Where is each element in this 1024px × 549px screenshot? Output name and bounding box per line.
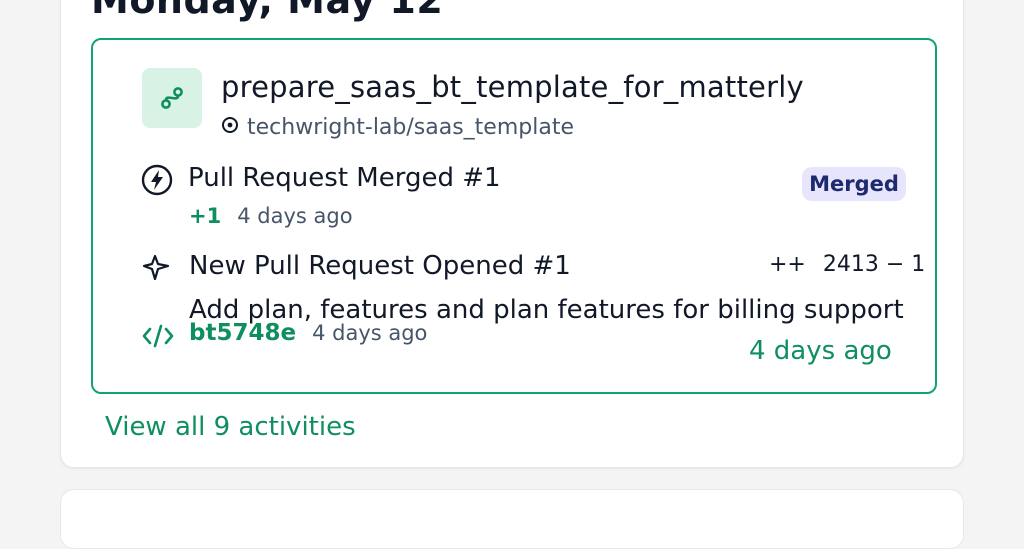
branch-title[interactable]: prepare_saas_bt_template_for_matterly	[221, 70, 804, 104]
sparkle-icon	[141, 252, 173, 284]
activity-card: Monday, May 12 prepare_saas_bt_template_…	[60, 0, 964, 468]
diff-numbers: 2413 − 1	[822, 252, 926, 277]
activity-group[interactable]: prepare_saas_bt_template_for_matterly te…	[91, 38, 937, 394]
commit-time: 4 days ago	[312, 321, 428, 345]
merged-title[interactable]: Pull Request Merged #1	[188, 163, 501, 193]
merged-meta: +1 4 days ago	[189, 204, 353, 228]
day-heading: Monday, May 12	[91, 0, 444, 22]
repo-name: techwright-lab/saas_template	[247, 115, 574, 140]
diff-stat: ++ 2413 − 1	[769, 252, 925, 277]
view-all-activities-link[interactable]: View all 9 activities	[105, 412, 356, 442]
diff-add-label: ++	[769, 252, 806, 277]
opened-title[interactable]: New Pull Request Opened #1	[189, 251, 571, 281]
commit-hash[interactable]: bt5748e	[189, 320, 296, 346]
next-card	[60, 489, 964, 549]
repo-link[interactable]: techwright-lab/saas_template	[221, 115, 574, 140]
merged-time: 4 days ago	[237, 204, 353, 228]
commit-meta: bt5748e 4 days ago	[189, 320, 427, 346]
git-branch-icon	[142, 68, 202, 128]
lightning-icon	[141, 164, 173, 196]
status-badge: Merged	[802, 167, 906, 201]
merged-count: +1	[189, 204, 222, 228]
activity-time: 4 days ago	[749, 336, 892, 366]
repo-globe-icon	[221, 115, 239, 140]
code-icon	[141, 321, 174, 353]
